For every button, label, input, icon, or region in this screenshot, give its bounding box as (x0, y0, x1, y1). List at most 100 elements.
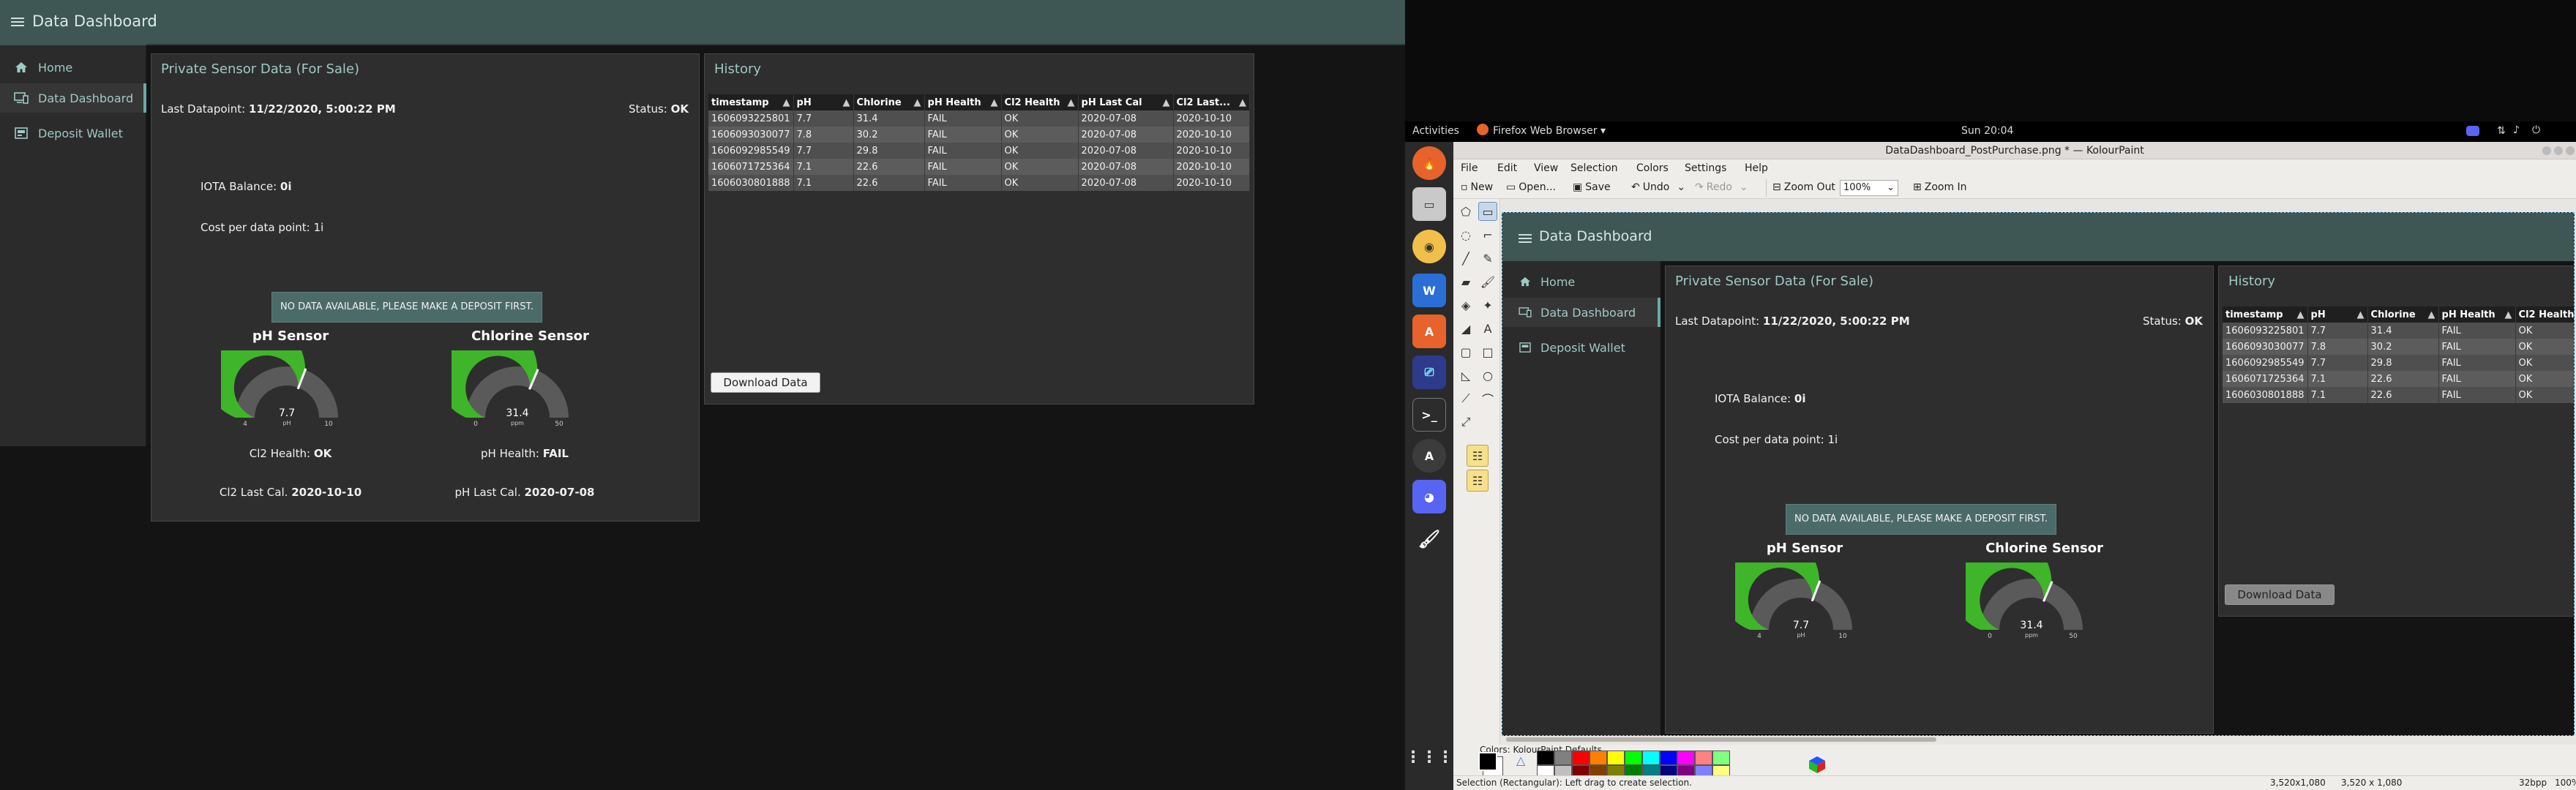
palette-swatch[interactable] (1660, 750, 1677, 765)
column-header[interactable]: Cl2 Last... ▲ (1173, 94, 1251, 110)
discord-icon[interactable]: ◕ (1412, 480, 1446, 514)
table-cell: 1606030801888 (708, 175, 794, 191)
color-cube-icon[interactable] (1808, 755, 1827, 774)
app-menu[interactable]: Firefox Web Browser ▾ (1493, 125, 1606, 137)
menu-settings[interactable]: Settings (1685, 162, 1726, 174)
column-header[interactable]: timestamp ▲ (708, 94, 794, 110)
remote-desktop-icon[interactable]: ⎚ (1412, 356, 1446, 389)
foreground-color-swatch[interactable] (1478, 752, 1497, 771)
line-select-icon[interactable]: ⌐ (1478, 225, 1497, 244)
menu-edit[interactable]: Edit (1497, 162, 1517, 174)
minimize-button[interactable] (2542, 146, 2551, 155)
palette-swatch[interactable] (1695, 750, 1712, 765)
color-picker-icon[interactable]: ✎ (1478, 249, 1497, 268)
color-similarity-icon[interactable]: △ (1516, 753, 1525, 767)
brush-icon[interactable]: 🖌 (1478, 272, 1497, 291)
free-select-icon[interactable]: ⬠ (1456, 202, 1475, 221)
palette-swatch[interactable] (1607, 750, 1625, 765)
new-button[interactable]: ▫ New (1461, 181, 1493, 193)
open-button[interactable]: ▭ Open... (1506, 181, 1556, 193)
table-row[interactable]: 1606071725364 7.1 22.6 FAIL OK 2020-07-08 2020… (708, 159, 1251, 175)
menu-selection[interactable]: Selection (1570, 162, 1618, 174)
status-text: Selection (Rectangular): Left drag to cr… (1456, 778, 1692, 788)
sidebar-item-data-dashboard[interactable]: Data Dashboard (0, 83, 146, 113)
activities-button[interactable]: Activities (1412, 125, 1459, 137)
menu-bar: File Edit View Selection Colors Settings Help (1453, 159, 2576, 177)
image-canvas[interactable]: Data Dashboard Home Data Dashboard Depos… (1502, 212, 2575, 736)
software-icon[interactable]: A (1412, 315, 1446, 348)
ellipse-select-icon[interactable]: ◌ (1456, 225, 1475, 244)
menu-icon[interactable] (11, 15, 24, 31)
color-eraser-icon[interactable]: ◢ (1456, 319, 1475, 338)
menu-file[interactable]: File (1461, 162, 1478, 174)
show-apps-icon[interactable]: ⋮⋮⋮ (1405, 740, 1453, 774)
flood-fill-icon[interactable]: ◈ (1456, 296, 1475, 315)
writer-icon[interactable]: W (1412, 274, 1446, 307)
redo-button[interactable]: ↷ Redo ⌄ (1695, 181, 1748, 193)
rhythmbox-icon[interactable]: ◉ (1412, 230, 1446, 263)
zoom-select[interactable]: 100% ⌄ (1840, 180, 1898, 196)
horizontal-scrollbar[interactable] (1506, 737, 1936, 742)
table-cell: FAIL (2438, 371, 2516, 387)
ellipse-icon[interactable]: ○ (1478, 366, 1497, 385)
save-button[interactable]: ▣ Save (1573, 181, 1611, 193)
updater-icon[interactable]: A (1412, 439, 1446, 473)
palette-swatch[interactable] (1642, 750, 1660, 765)
palette-swatch[interactable] (1590, 750, 1607, 765)
palette-swatch[interactable] (1625, 750, 1642, 765)
table-row[interactable]: 1606093030077 7.8 30.2 FAIL OK 2020-07-08 2020… (708, 127, 1251, 143)
clock[interactable]: Sun 20:04 (1961, 125, 2013, 137)
terminal-icon[interactable]: >_ (1412, 398, 1446, 432)
rectangle-icon[interactable]: □ (1478, 342, 1497, 361)
table-row[interactable]: 1606092985549 7.7 29.8 FAIL OK 2020-07-08 2020… (708, 143, 1251, 159)
undo-button[interactable]: ↶ Undo ⌄ (1631, 181, 1685, 193)
palette-swatch[interactable] (1572, 750, 1590, 765)
eraser-icon[interactable]: ▰ (1456, 272, 1475, 291)
download-data-button[interactable]: Download Data (711, 372, 820, 393)
menu-view[interactable]: View (1534, 162, 1558, 174)
column-header[interactable]: pH Health ▲ (924, 94, 1002, 110)
discord-tray-icon[interactable] (2466, 126, 2479, 136)
table-cell: 7.7 (2307, 355, 2368, 371)
network-icon[interactable]: ⇅ (2497, 125, 2506, 137)
transparent-selection-icon[interactable]: ☷ (1467, 470, 1489, 492)
palette-swatch[interactable] (1677, 750, 1695, 765)
firefox-icon[interactable]: 🔥 (1412, 146, 1446, 180)
sidebar-item-home[interactable]: Home (0, 53, 145, 82)
maximize-button[interactable] (2554, 146, 2563, 155)
opaque-selection-icon[interactable]: ☷ (1467, 445, 1489, 467)
column-header[interactable]: Chlorine ▲ (853, 94, 925, 110)
column-header[interactable]: Cl2 Health ▲ (1001, 94, 1079, 110)
text-icon[interactable]: A (1478, 319, 1497, 338)
polygon-icon[interactable]: ◺ (1456, 366, 1475, 385)
pen-icon[interactable]: ╱ (1456, 249, 1475, 268)
zoom-out-button[interactable]: ⊟ Zoom Out (1772, 181, 1835, 193)
curve-icon[interactable]: ⌒ (1478, 389, 1497, 408)
rounded-rect-icon[interactable]: ▢ (1456, 342, 1475, 361)
new-icon: ▫ (1461, 181, 1468, 193)
table-row[interactable]: 1606093225801 7.7 31.4 FAIL OK 2020-07-08 2020… (708, 110, 1251, 127)
close-button[interactable] (2566, 146, 2575, 155)
kolourpaint-icon[interactable]: 🖌 (1412, 522, 1446, 556)
ph-cal-label: pH Last Cal. (454, 486, 521, 499)
rect-select-icon[interactable]: ▭ (1478, 202, 1497, 221)
volume-icon[interactable]: ♪ (2513, 124, 2520, 136)
zoom-tool-icon[interactable]: ⤢ (1456, 413, 1475, 432)
files-icon[interactable]: ▭ (1412, 187, 1446, 221)
spraycan-icon[interactable]: ✦ (1478, 296, 1497, 315)
polyline-icon[interactable]: ⟋ (1456, 389, 1475, 408)
table-row[interactable]: 1606030801888 7.1 22.6 FAIL OK 2020-07-08 2020… (708, 175, 1251, 191)
column-header[interactable]: pH Last Cal ▲ (1078, 94, 1174, 110)
column-header[interactable]: pH ▲ (793, 94, 854, 110)
zoom-in-button[interactable]: ⊞ Zoom In (1913, 181, 1967, 193)
palette-swatch[interactable] (1554, 750, 1572, 765)
ubuntu-dock: 🔥 ▭ ◉ W A ⎚ >_ A ◕ 🖌 ⋮⋮⋮ (1405, 142, 1453, 790)
menu-colors[interactable]: Colors (1636, 162, 1669, 174)
palette-swatch[interactable] (1712, 750, 1730, 765)
menu-help[interactable]: Help (1745, 162, 1768, 174)
status-bar: Selection (Rectangular): Left drag to cr… (1453, 775, 2576, 790)
ph-gauge: 7.7pH 4 10 (1735, 563, 1852, 640)
sidebar-item-deposit-wallet[interactable]: Deposit Wallet (0, 118, 145, 148)
power-icon[interactable]: ⏻ (2532, 124, 2540, 136)
palette-swatch[interactable] (1537, 750, 1554, 765)
